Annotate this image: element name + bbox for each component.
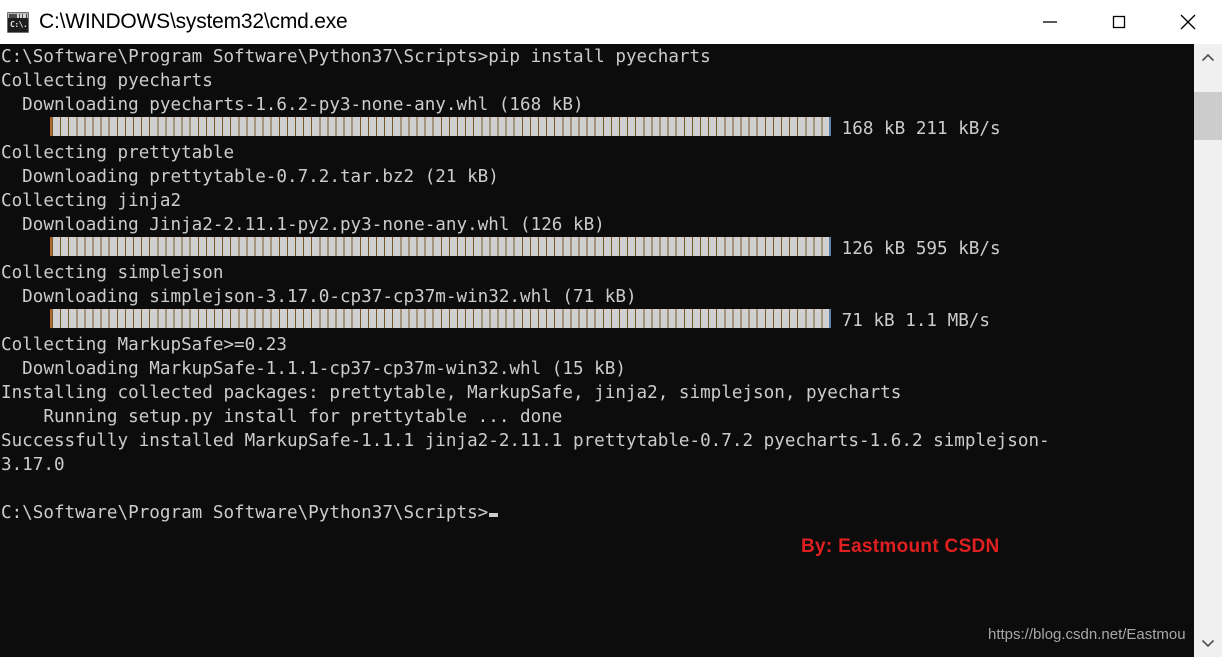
output-line: Downloading simplejson-3.17.0-cp37-cp37m… [1,287,637,307]
progress-label: 71 kB 1.1 MB/s [831,311,990,331]
scrollbar-track[interactable] [1194,72,1222,629]
progress-bar-line: 71 kB 1.1 MB/s [0,309,1194,333]
minimize-button[interactable] [1015,0,1084,44]
progress-bar-line: 168 kB 211 kB/s [0,117,1194,141]
output-line: Downloading pyecharts-1.6.2-py3-none-any… [1,95,584,115]
progress-label: 126 kB 595 kB/s [831,239,1001,259]
output-line: Collecting pyecharts [1,71,213,91]
title-bar: C:\. C:\WINDOWS\system32\cmd.exe [0,0,1222,44]
output-line: Installing collected packages: prettytab… [1,383,902,403]
maximize-icon [1112,15,1125,29]
chevron-up-icon [1201,53,1215,62]
output-line: 3.17.0 [1,455,65,475]
scroll-down-button[interactable] [1194,629,1222,657]
output-line: Collecting prettytable [1,143,235,163]
output-line: Collecting simplejson [1,263,224,283]
scrollbar-thumb[interactable] [1194,92,1222,140]
cmd-icon: C:\. [7,11,29,33]
window-controls [1015,0,1222,44]
cmd-icon-prompt: C:\. [8,17,28,32]
author-watermark: By: Eastmount CSDN [801,536,1000,557]
close-button[interactable] [1153,0,1222,44]
output-line: C:\Software\Program Software\Python37\Sc… [1,47,711,67]
scroll-up-button[interactable] [1194,44,1222,72]
vertical-scrollbar[interactable] [1194,44,1222,657]
progress-blocks [51,309,830,328]
output-line: Collecting jinja2 [1,191,182,211]
cmd-window: C:\. C:\WINDOWS\system32\cmd.exe C:\Soft… [0,0,1222,657]
output-line: Downloading Jinja2-2.11.1-py2.py3-none-a… [1,215,605,235]
progress-bar-line: 126 kB 595 kB/s [0,237,1194,261]
output-line: Successfully installed MarkupSafe-1.1.1 … [1,431,1050,451]
close-icon [1180,14,1195,30]
prompt-line: C:\Software\Program Software\Python37\Sc… [0,501,1194,525]
output-line: Downloading prettytable-0.7.2.tar.bz2 (2… [1,167,499,187]
output-line: Running setup.py install for prettytable… [1,407,563,427]
maximize-button[interactable] [1084,0,1153,44]
progress-blocks [51,237,830,256]
minimize-icon [1042,21,1057,23]
terminal-output[interactable]: C:\Software\Program Software\Python37\Sc… [0,44,1194,657]
progress-label: 168 kB 211 kB/s [831,119,1001,139]
output-line: Downloading MarkupSafe-1.1.1-cp37-cp37m-… [1,359,626,379]
output-line: Collecting MarkupSafe>=0.23 [1,335,287,355]
progress-blocks [51,117,830,136]
window-title: C:\WINDOWS\system32\cmd.exe [39,10,348,33]
chevron-down-icon [1201,639,1215,648]
url-watermark: https://blog.csdn.net/Eastmou [988,626,1186,643]
text-cursor [489,513,499,517]
